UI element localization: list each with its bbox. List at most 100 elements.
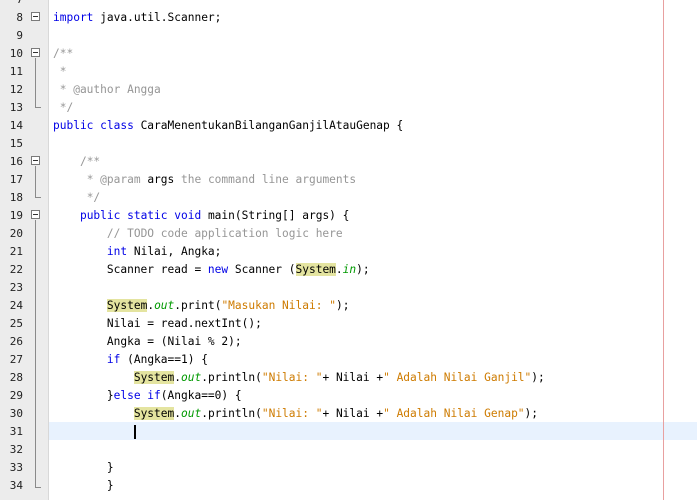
fold-guide <box>35 58 36 108</box>
code-line[interactable]: 8 import java.util.Scanner; <box>0 9 697 27</box>
line-number: 20 <box>9 227 23 240</box>
code-token: public class <box>53 119 134 132</box>
line-number: 31 <box>9 425 23 438</box>
code-line[interactable]: 12 * @author Angga <box>0 81 697 99</box>
line-number: 24 <box>9 299 23 312</box>
code-text[interactable] <box>53 423 136 441</box>
code-line[interactable]: 30 System.out.println("Nilai: "+ Nilai +… <box>0 405 697 423</box>
code-line[interactable]: 24 System.out.print("Masukan Nilai: "); <box>0 297 697 315</box>
code-text[interactable]: * <box>53 63 67 81</box>
code-text[interactable]: */ <box>53 189 100 207</box>
code-line[interactable]: 19 public static void main(String[] args… <box>0 207 697 225</box>
code-token: ); <box>531 371 545 384</box>
code-text[interactable]: }else if(Angka==0) { <box>53 387 242 405</box>
code-token: * @author Angga <box>53 83 161 96</box>
code-token: if <box>106 353 121 366</box>
line-number: 22 <box>9 263 23 276</box>
line-number: 25 <box>9 317 23 330</box>
fold-toggle-icon[interactable] <box>31 210 40 219</box>
code-token: + Nilai + <box>322 407 384 420</box>
code-token: args <box>147 173 175 186</box>
code-token: public static void <box>79 209 202 222</box>
code-line[interactable]: 23 <box>0 279 697 297</box>
fold-guide <box>35 166 36 198</box>
code-line[interactable]: 33 } <box>0 459 697 477</box>
code-token: else if <box>113 389 161 402</box>
code-text[interactable]: import java.util.Scanner; <box>53 9 221 27</box>
code-line[interactable]: 13 */ <box>0 99 697 117</box>
line-number: 18 <box>9 191 23 204</box>
code-token: import <box>53 11 94 24</box>
code-line[interactable]: 18 */ <box>0 189 697 207</box>
code-line[interactable]: 11 * <box>0 63 697 81</box>
code-text[interactable]: int Nilai, Angka; <box>53 243 222 261</box>
code-token: in <box>342 263 357 276</box>
line-number: 30 <box>9 407 23 420</box>
code-token: ); <box>524 407 539 420</box>
code-text[interactable]: } <box>53 477 114 495</box>
code-line[interactable]: 17 * @param args the command line argume… <box>0 171 697 189</box>
code-line[interactable]: 21 int Nilai, Angka; <box>0 243 697 261</box>
code-line[interactable]: 32 <box>0 441 697 459</box>
line-number: 32 <box>9 443 23 456</box>
code-line[interactable]: 29 }else if(Angka==0) { <box>0 387 697 405</box>
line-number: 27 <box>9 353 23 366</box>
line-number: 17 <box>9 173 23 186</box>
code-line[interactable]: 7 <box>0 0 697 9</box>
code-text[interactable]: /** <box>53 153 100 171</box>
code-token: (Angka==1) { <box>120 353 208 366</box>
code-text[interactable]: Nilai = read.nextInt(); <box>53 315 262 333</box>
code-text[interactable]: public class CaraMenentukanBilanganGanji… <box>53 117 403 135</box>
code-line[interactable]: 10 /** <box>0 45 697 63</box>
code-line[interactable]: 9 <box>0 27 697 45</box>
code-line[interactable]: 20 // TODO code application logic here <box>0 225 697 243</box>
code-text[interactable]: * @author Angga <box>53 81 161 99</box>
code-token: */ <box>53 101 74 114</box>
code-text[interactable]: /** <box>53 45 73 63</box>
code-text[interactable]: Angka = (Nilai % 2); <box>53 333 242 351</box>
fold-toggle-icon[interactable] <box>31 48 40 57</box>
code-text[interactable]: System.out.println("Nilai: "+ Nilai +" A… <box>53 405 538 423</box>
code-token: " Adalah Nilai Genap" <box>383 407 525 420</box>
line-number: 11 <box>9 65 23 78</box>
code-line[interactable]: 28 System.out.println("Nilai: "+ Nilai +… <box>0 369 697 387</box>
code-line[interactable]: 22 Scanner read = new Scanner (System.in… <box>0 261 697 279</box>
code-line[interactable]: 27 if (Angka==1) { <box>0 351 697 369</box>
code-text[interactable]: } <box>53 459 114 477</box>
line-number: 12 <box>9 83 23 96</box>
code-line[interactable]: 34 } <box>0 477 697 495</box>
code-token: System <box>133 371 175 384</box>
code-text[interactable]: */ <box>53 99 73 117</box>
code-text[interactable]: * @param args the command line arguments <box>53 171 356 189</box>
line-number: 26 <box>9 335 23 348</box>
code-line[interactable]: 15 <box>0 135 697 153</box>
fold-toggle-icon[interactable] <box>31 12 40 21</box>
code-token: Scanner read = <box>53 263 208 276</box>
code-text[interactable]: Scanner read = new Scanner (System.in); <box>53 261 370 279</box>
code-text[interactable]: System.out.print("Masukan Nilai: "); <box>53 297 349 315</box>
code-line[interactable]: 14 public class CaraMenentukanBilanganGan… <box>0 117 697 135</box>
line-number: 19 <box>9 209 23 222</box>
line-number: 10 <box>9 47 23 60</box>
code-token: . <box>174 371 181 384</box>
code-text[interactable]: System.out.println("Nilai: "+ Nilai +" A… <box>53 369 545 387</box>
code-token: } <box>53 389 114 402</box>
code-text[interactable]: public static void main(String[] args) { <box>53 207 349 225</box>
fold-toggle-icon[interactable] <box>31 156 40 165</box>
code-editor[interactable]: 78import java.util.Scanner;910/**11 *12 … <box>0 0 697 500</box>
code-line[interactable]: 31 <box>0 423 697 441</box>
code-text[interactable]: if (Angka==1) { <box>53 351 208 369</box>
code-token: (Angka==0) { <box>160 389 242 402</box>
code-token: "Nilai: " <box>261 407 323 420</box>
code-text[interactable]: // TODO code application logic here <box>53 225 343 243</box>
code-line[interactable]: 26 Angka = (Nilai % 2); <box>0 333 697 351</box>
code-line[interactable]: 16 /** <box>0 153 697 171</box>
code-line[interactable]: 25 Nilai = read.nextInt(); <box>0 315 697 333</box>
code-token: ); <box>356 263 370 276</box>
